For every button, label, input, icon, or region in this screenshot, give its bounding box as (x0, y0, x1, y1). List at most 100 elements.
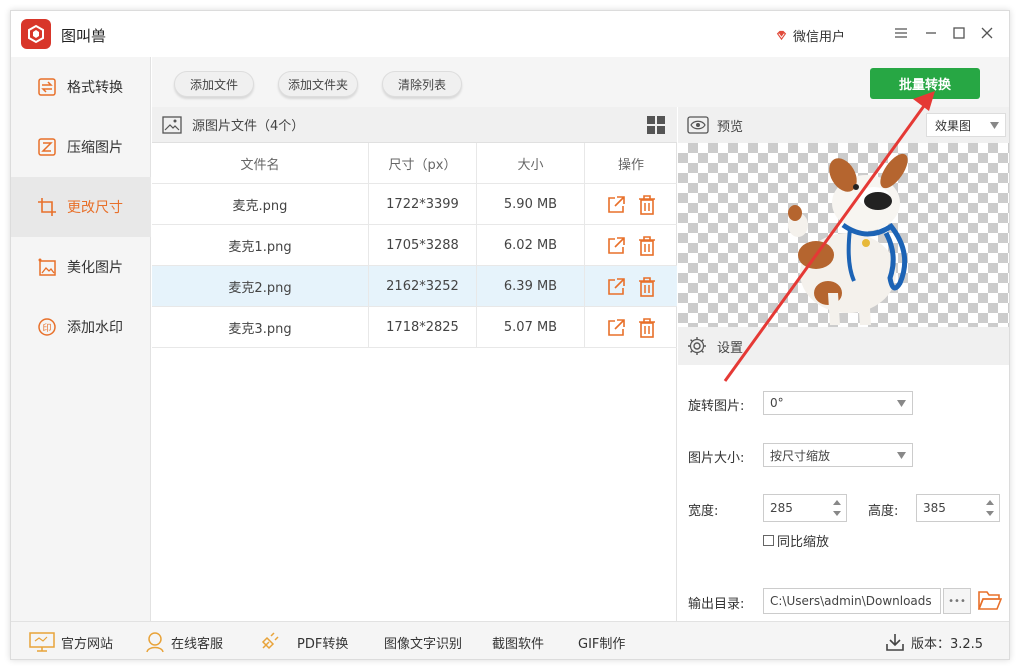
preview-mode-select[interactable]: 效果图 (926, 113, 1006, 137)
watermark-icon: 印 (37, 317, 57, 337)
file-size: 5.90 MB (477, 184, 585, 225)
column-header: 操作 (617, 158, 644, 173)
chevron-down-icon (990, 122, 999, 129)
close-icon[interactable] (977, 23, 997, 43)
online-service-link[interactable]: 在线客服 (145, 622, 224, 659)
dog-preview-image (788, 153, 908, 325)
pdf-convert-label: PDF转换 (297, 636, 349, 652)
output-dir-value: C:\Users\admin\Downloads (770, 594, 932, 608)
pdf-convert-link[interactable]: PDF转换 (259, 622, 349, 659)
preview-area (678, 143, 1009, 327)
sidebar-item-beautify[interactable]: 美化图片 (11, 237, 151, 297)
chevron-down-icon (897, 400, 906, 407)
bottom-bar: 官方网站 在线客服 PDF转换 图像文字识别 截图软件 GIF制作 版本：3.2… (11, 621, 1009, 659)
preview-title: 预览 (717, 119, 744, 135)
file-name: 麦克1.png (152, 225, 369, 266)
add-folder-button[interactable]: 添加文件夹 (278, 71, 358, 97)
file-size: 5.07 MB (477, 307, 585, 348)
screenshot-link[interactable]: 截图软件 (492, 622, 545, 659)
eye-icon (687, 116, 709, 134)
gif-link[interactable]: GIF制作 (578, 622, 625, 659)
chevron-down-icon (897, 452, 906, 459)
size-mode-select[interactable]: 按尺寸缩放 (763, 443, 913, 467)
online-service-label: 在线客服 (171, 636, 224, 652)
beautify-icon (37, 257, 57, 277)
stepper-arrows-icon[interactable] (832, 498, 842, 518)
batch-convert-button[interactable]: 批量转换 (870, 68, 980, 99)
sidebar-item-watermark[interactable]: 印 添加水印 (11, 297, 151, 357)
sidebar-item-resize[interactable]: 更改尺寸 (11, 177, 151, 237)
row-actions (585, 266, 677, 307)
sidebar-item-label: 压缩图片 (67, 140, 123, 156)
sidebar-item-label: 更改尺寸 (67, 200, 123, 216)
version-label: 版本：3.2.5 (911, 636, 984, 652)
output-dir-input[interactable]: C:\Users\admin\Downloads (763, 588, 941, 614)
grid-view-icon[interactable] (647, 116, 665, 134)
row-actions (585, 225, 677, 266)
sidebar-item-label: 格式转换 (67, 80, 123, 96)
app-window: 图叫兽 微信用户 格式转换 压缩图片 更改尺寸 美化图片 印 添加水印 添加文件… (10, 10, 1010, 660)
file-name: 麦克.png (152, 184, 369, 225)
preview-header: 预览 效果图 (678, 107, 1009, 143)
open-external-icon[interactable] (606, 195, 626, 215)
delete-icon[interactable] (638, 235, 656, 256)
output-dir-label: 输出目录: (688, 597, 745, 612)
add-file-button[interactable]: 添加文件 (174, 71, 254, 97)
format-convert-icon (37, 77, 57, 97)
column-header: 尺寸（px） (369, 143, 477, 184)
width-input[interactable]: 285 (763, 494, 847, 522)
table-row[interactable]: 麦克.png 1722*3399 5.90 MB (152, 184, 677, 225)
sidebar-item-label: 添加水印 (67, 320, 123, 336)
open-external-icon[interactable] (606, 318, 626, 338)
menu-icon[interactable] (891, 23, 911, 43)
settings-header: 设置 (678, 327, 1009, 365)
minimize-icon[interactable] (921, 23, 941, 43)
image-icon (162, 115, 182, 134)
open-external-icon[interactable] (606, 236, 626, 256)
height-input[interactable]: 385 (916, 494, 1000, 522)
sidebar-item-format-convert[interactable]: 格式转换 (11, 57, 151, 117)
table-header-row: 文件名 尺寸（px） 大小 操作 (152, 143, 677, 184)
sidebar: 格式转换 压缩图片 更改尺寸 美化图片 印 添加水印 (11, 57, 151, 621)
row-actions (585, 307, 677, 348)
proportional-checkbox[interactable]: 同比缩放 (763, 531, 829, 550)
clear-list-button[interactable]: 清除列表 (382, 71, 462, 97)
file-dims: 2162*3252 (369, 266, 477, 307)
user-account[interactable]: 微信用户 (775, 26, 845, 45)
file-dims: 1718*2825 (369, 307, 477, 348)
sidebar-item-label: 美化图片 (67, 260, 123, 276)
size-label: 图片大小: (688, 451, 745, 466)
table-row[interactable]: 麦克3.png 1718*2825 5.07 MB (152, 307, 677, 348)
table-row[interactable]: 麦克1.png 1705*3288 6.02 MB (152, 225, 677, 266)
version-info[interactable]: 版本：3.2.5 (885, 622, 984, 659)
user-name: 微信用户 (793, 30, 846, 45)
file-name: 麦克3.png (152, 307, 369, 348)
preview-mode-value: 效果图 (935, 118, 972, 133)
gear-icon (688, 337, 706, 355)
table-row[interactable]: 麦克2.png 2162*3252 6.39 MB (152, 266, 677, 307)
height-label: 高度: (868, 504, 899, 519)
column-header: 文件名 (152, 143, 369, 184)
delete-icon[interactable] (638, 276, 656, 297)
file-dims: 1705*3288 (369, 225, 477, 266)
settings-panel: 旋转图片: 0° 图片大小: 按尺寸缩放 宽度: 285 高度: 385 同比缩… (678, 365, 1009, 621)
file-name: 麦克2.png (152, 266, 369, 307)
browse-button[interactable]: ••• (943, 588, 971, 614)
checkbox-box[interactable] (763, 535, 774, 546)
file-dims: 1722*3399 (369, 184, 477, 225)
ocr-link[interactable]: 图像文字识别 (384, 622, 462, 659)
folder-icon[interactable] (978, 589, 1002, 611)
stepper-arrows-icon[interactable] (985, 498, 995, 518)
width-label: 宽度: (688, 504, 719, 519)
vip-diamond-icon (776, 30, 787, 41)
sidebar-item-compress[interactable]: 压缩图片 (11, 117, 151, 177)
screenshot-label: 截图软件 (492, 636, 545, 652)
official-site-link[interactable]: 官方网站 (29, 622, 113, 659)
rotate-select[interactable]: 0° (763, 391, 913, 415)
settings-title: 设置 (717, 340, 744, 356)
delete-icon[interactable] (638, 317, 656, 338)
delete-icon[interactable] (638, 194, 656, 215)
file-table: 文件名 尺寸（px） 大小 操作 麦克.png 1722*3399 5.90 M… (152, 143, 677, 621)
maximize-icon[interactable] (949, 23, 969, 43)
open-external-icon[interactable] (606, 277, 626, 297)
